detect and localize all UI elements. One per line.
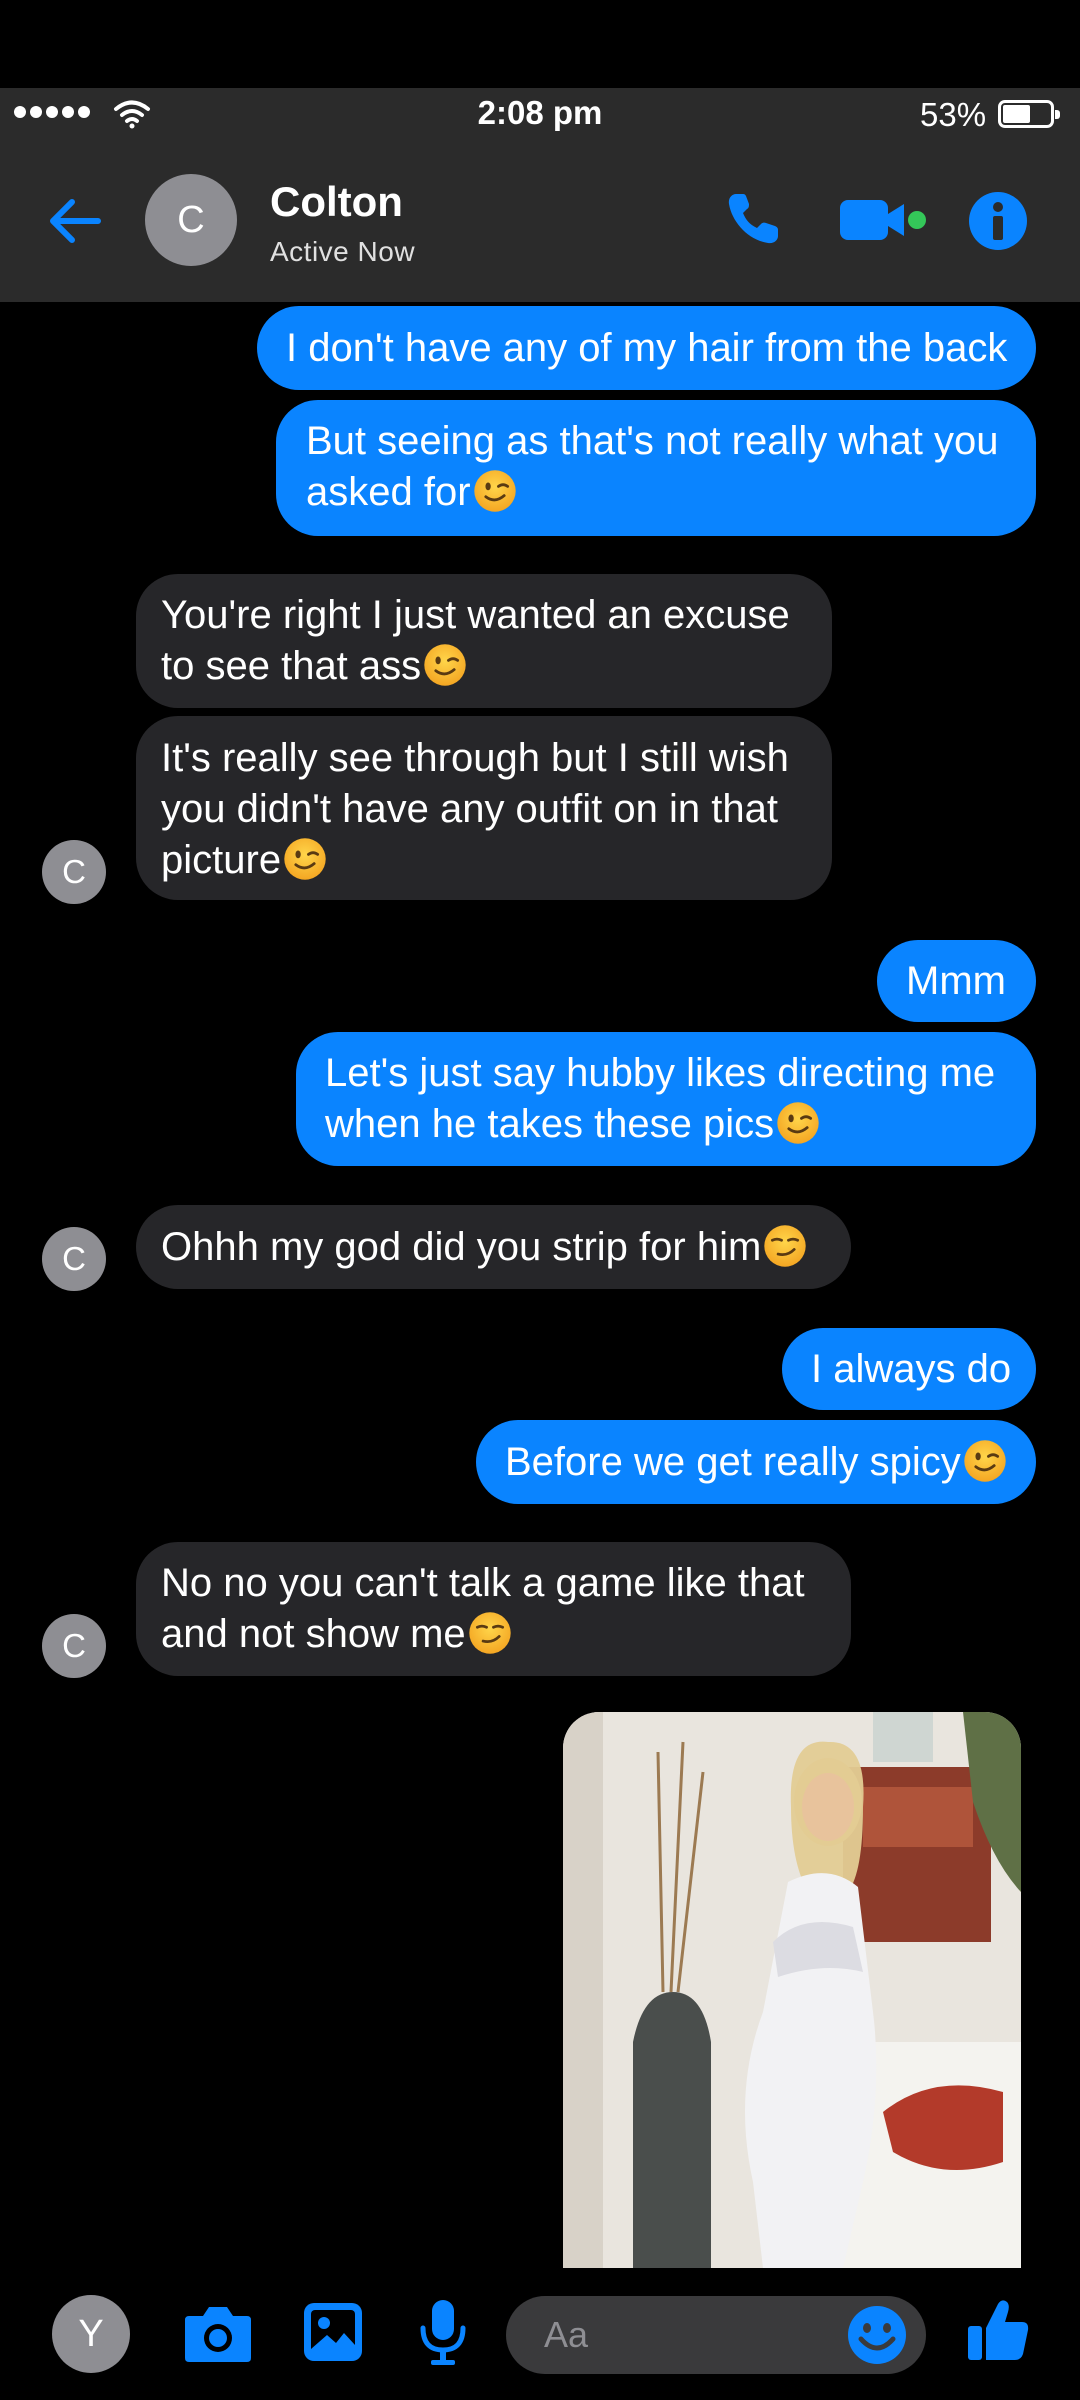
smirk-emoji-icon <box>467 1610 513 1656</box>
contact-name[interactable]: Colton <box>270 178 403 226</box>
message-text: Mmm <box>906 959 1006 1003</box>
message-bubble-incoming[interactable]: You're right I just wanted an excuse to … <box>136 574 832 708</box>
message-line: when he takes these pics <box>325 1102 775 1146</box>
message-line: Let's just say hubby likes directing me <box>325 1051 996 1095</box>
conversation-header: C Colton Active Now <box>0 140 1080 302</box>
contact-avatar-small[interactable]: C <box>42 1614 106 1678</box>
message-bubble-outgoing[interactable]: I don't have any of my hair from the bac… <box>257 306 1036 390</box>
message-line: But seeing as that's not really what you <box>306 419 999 463</box>
shared-photo[interactable] <box>563 1712 1021 2268</box>
photo-image <box>563 1712 1021 2268</box>
contact-avatar[interactable]: C <box>145 174 237 266</box>
wink-emoji-icon <box>422 642 468 688</box>
wink-emoji-icon <box>962 1438 1008 1484</box>
message-bubble-incoming[interactable]: No no you can't talk a game like that an… <box>136 1542 851 1676</box>
smirk-emoji-icon <box>762 1223 808 1269</box>
microphone-icon[interactable] <box>418 2298 468 2368</box>
thumbs-up-icon[interactable] <box>966 2298 1030 2364</box>
message-text: I always do <box>811 1347 1012 1391</box>
message-line: asked for <box>306 470 471 514</box>
status-bar: 2:08 pm 53% <box>0 88 1080 140</box>
battery-icon <box>998 100 1060 128</box>
message-text: I don't have any of my hair from the bac… <box>286 326 1008 370</box>
my-avatar[interactable]: Y <box>52 2295 130 2373</box>
message-bubble-outgoing[interactable]: I always do <box>782 1328 1036 1410</box>
message-line: picture <box>161 838 282 882</box>
contact-avatar-small[interactable]: C <box>42 840 106 904</box>
message-bubble-outgoing[interactable]: Let's just say hubby likes directing me … <box>296 1032 1036 1166</box>
message-text: Before we get really spicy <box>505 1440 961 1484</box>
gallery-icon[interactable] <box>302 2301 364 2363</box>
message-line: to see that ass <box>161 644 422 688</box>
contact-avatar-small[interactable]: C <box>42 1227 106 1291</box>
camera-icon[interactable] <box>183 2302 253 2364</box>
message-bubble-incoming[interactable]: Ohhh my god did you strip for him <box>136 1205 851 1289</box>
message-bubble-outgoing[interactable]: But seeing as that's not really what you… <box>276 400 1036 536</box>
battery-percent: 53% <box>920 96 987 133</box>
wink-emoji-icon <box>472 468 518 514</box>
clock: 2:08 pm <box>477 94 603 131</box>
message-line: and not show me <box>161 1612 466 1656</box>
message-line: you didn't have any outfit on in that <box>161 787 778 831</box>
message-composer: Y Aa <box>0 2268 1080 2400</box>
video-camera-icon[interactable] <box>838 196 928 244</box>
message-line: It's really see through but I still wish <box>161 736 789 780</box>
wink-emoji-icon <box>775 1100 821 1146</box>
message-bubble-outgoing[interactable]: Before we get really spicy <box>476 1420 1036 1504</box>
wink-emoji-icon <box>282 836 328 882</box>
phone-icon[interactable] <box>722 188 784 250</box>
message-bubble-incoming[interactable]: It's really see through but I still wish… <box>136 716 832 900</box>
message-bubble-outgoing[interactable]: Mmm <box>877 940 1036 1022</box>
active-status: Active Now <box>270 236 416 267</box>
message-line: No no you can't talk a game like that <box>161 1561 805 1605</box>
message-input[interactable]: Aa <box>506 2296 926 2374</box>
message-text: Ohhh my god did you strip for him <box>161 1225 762 1269</box>
emoji-icon[interactable] <box>846 2304 908 2366</box>
message-input-placeholder: Aa <box>544 2314 589 2355</box>
back-arrow-icon[interactable] <box>42 188 108 254</box>
info-icon[interactable] <box>967 190 1029 252</box>
message-line: You're right I just wanted an excuse <box>161 593 790 637</box>
